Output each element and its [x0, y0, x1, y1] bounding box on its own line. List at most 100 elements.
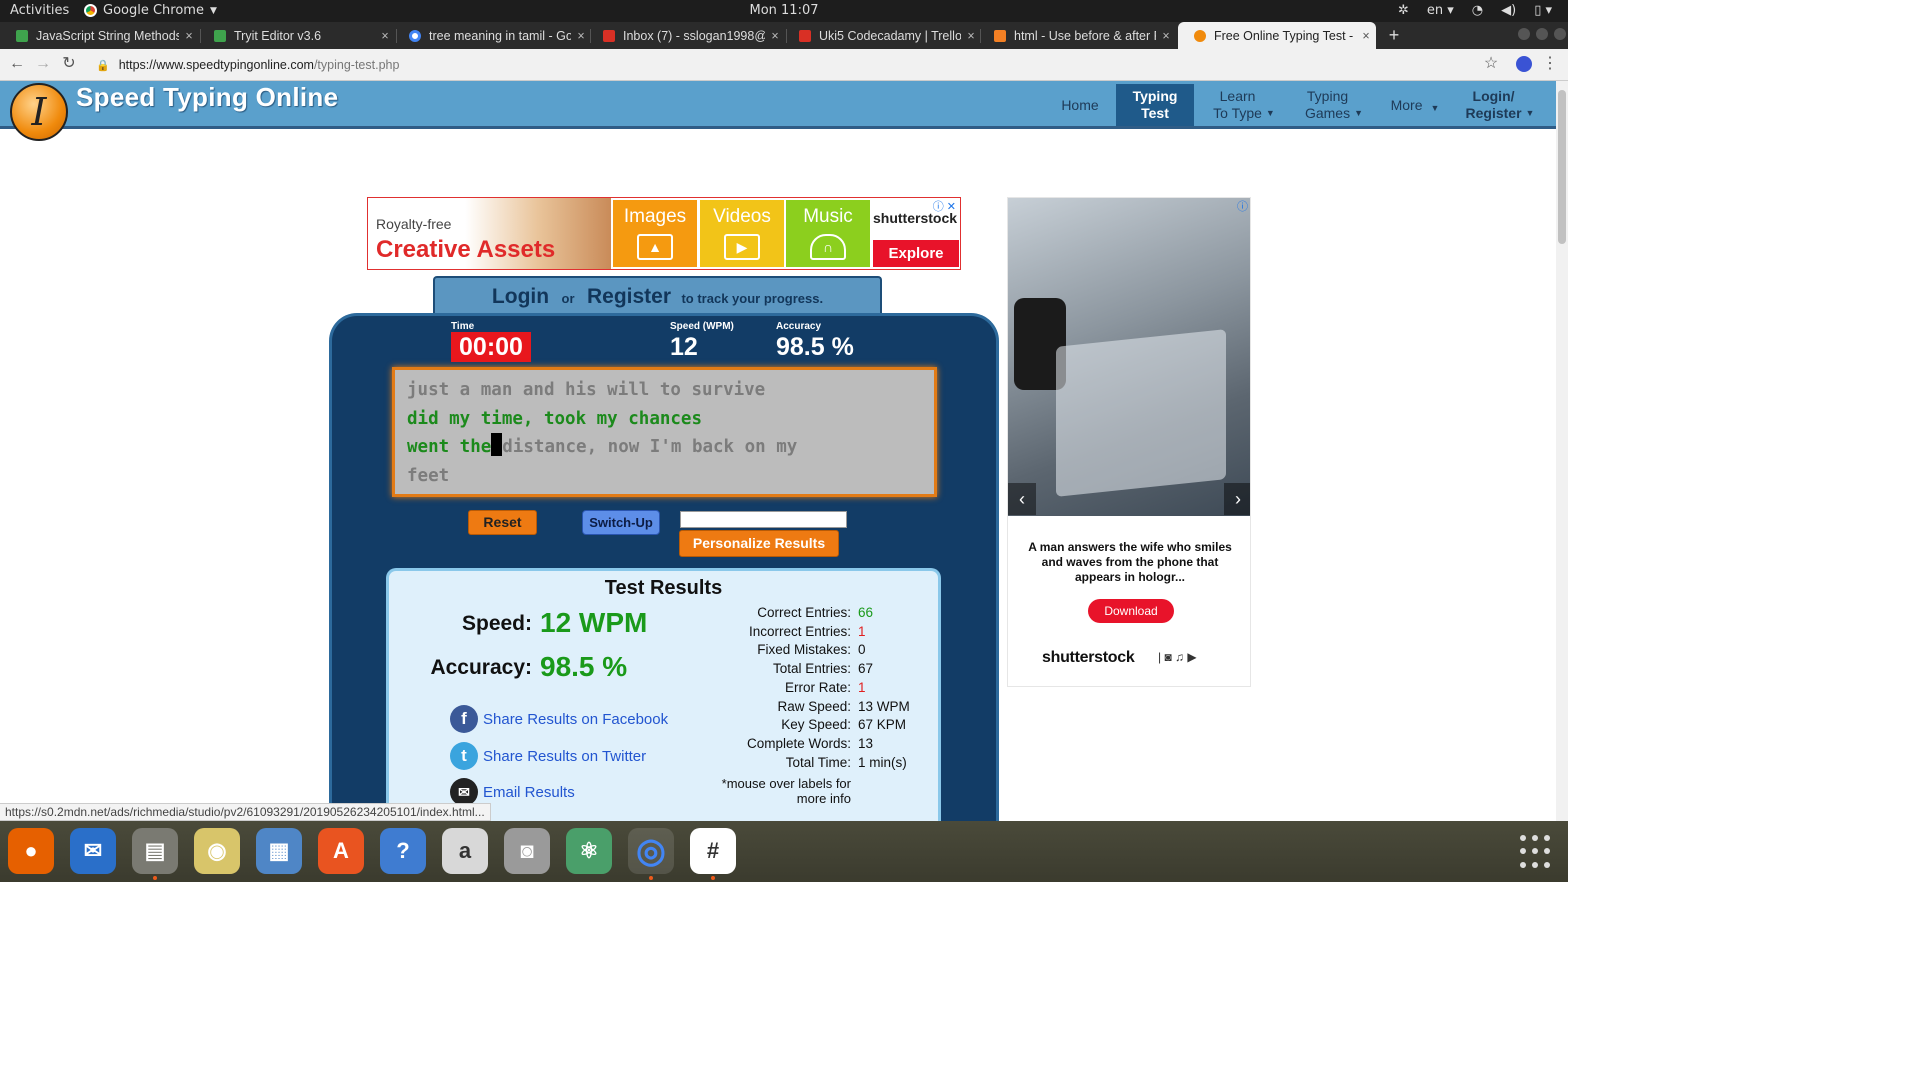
- show-applications-icon[interactable]: [1520, 835, 1554, 869]
- speed-label: Speed (WPM): [670, 321, 734, 332]
- share-twitter-link[interactable]: t Share Results on Twitter: [450, 742, 646, 770]
- result-detail-label[interactable]: Total Time:: [700, 755, 851, 774]
- maximize-icon[interactable]: [1536, 28, 1548, 40]
- share-facebook-link[interactable]: f Share Results on Facebook: [450, 705, 668, 733]
- minimize-icon[interactable]: [1518, 28, 1530, 40]
- nav-typing-test[interactable]: Typing Test: [1116, 84, 1194, 126]
- files-icon[interactable]: ▤: [132, 828, 178, 874]
- back-icon[interactable]: ←: [6, 53, 28, 75]
- amazon-icon[interactable]: a: [442, 828, 488, 874]
- close-icon[interactable]: ×: [1356, 29, 1376, 43]
- carousel-next-icon[interactable]: ›: [1224, 483, 1250, 515]
- chrome-icon[interactable]: ◎: [628, 828, 674, 874]
- close-icon[interactable]: ×: [375, 29, 395, 43]
- url-field[interactable]: 🔒 https://www.speedtypingonline.com/typi…: [96, 55, 399, 75]
- reset-button[interactable]: Reset: [468, 510, 537, 535]
- result-detail-value: 0: [858, 642, 866, 658]
- new-tab-button[interactable]: +: [1384, 22, 1404, 49]
- ad-images-tile[interactable]: Images ▲: [613, 200, 697, 267]
- nav-more[interactable]: More ▼: [1386, 84, 1444, 126]
- top-banner-ad[interactable]: Royalty-free Creative Assets Images ▲ Vid…: [367, 197, 961, 270]
- browser-tab[interactable]: Inbox (7) - sslogan1998@g ×: [587, 22, 785, 49]
- firefox-icon[interactable]: ●: [8, 828, 54, 874]
- typing-text-area[interactable]: just a man and his will to survive did m…: [392, 367, 937, 497]
- side-ad[interactable]: ‹ › A man answers the wife who smiles an…: [1007, 197, 1251, 687]
- result-detail-value: 67: [858, 661, 874, 677]
- switch-up-button[interactable]: Switch-Up: [582, 510, 660, 535]
- clock[interactable]: Mon 11:07: [0, 3, 1568, 18]
- system-tray[interactable]: ✲ en ▾ ◔ ◀) ▯ ▾: [1398, 3, 1552, 18]
- nav-typing-games[interactable]: Typing Games ▼: [1298, 84, 1370, 126]
- nav-login-register[interactable]: Login/ Register ▼: [1460, 84, 1540, 126]
- nav-games-label: Typing Games: [1304, 88, 1351, 121]
- running-indicator: [153, 876, 157, 880]
- tab-title: JavaScript String Methods: [36, 28, 179, 43]
- browser-tab[interactable]: Tryit Editor v3.6 ×: [198, 22, 395, 49]
- chrome-menu-icon[interactable]: ⋮: [1539, 53, 1561, 75]
- result-detail-label[interactable]: Complete Words:: [700, 736, 851, 755]
- close-icon[interactable]: ×: [1156, 29, 1176, 43]
- language-indicator[interactable]: en ▾: [1427, 3, 1454, 18]
- time-label: Time: [451, 321, 475, 332]
- browser-tab[interactable]: html - Use before & after F ×: [978, 22, 1176, 49]
- nav-more-label: More: [1390, 96, 1423, 113]
- forward-icon[interactable]: →: [32, 53, 54, 75]
- browser-tab-active[interactable]: Free Online Typing Test - S ×: [1178, 22, 1376, 49]
- personalize-results-button[interactable]: Personalize Results: [679, 530, 839, 557]
- ad-explore-button[interactable]: Explore: [873, 240, 959, 267]
- site-name[interactable]: Speed Typing Online: [76, 82, 338, 113]
- register-link[interactable]: Register: [587, 285, 671, 308]
- close-icon[interactable]: ×: [765, 29, 785, 43]
- rhythmbox-icon[interactable]: ◉: [194, 828, 240, 874]
- atom-icon[interactable]: ⚛: [566, 828, 612, 874]
- bookmark-star-icon[interactable]: ☆: [1480, 53, 1502, 75]
- carousel-prev-icon[interactable]: ‹: [1008, 483, 1036, 515]
- hologram-laptop-image: [1056, 329, 1226, 497]
- result-detail-label[interactable]: Total Entries:: [700, 661, 851, 680]
- battery-icon: ▯ ▾: [1534, 3, 1552, 18]
- name-input[interactable]: [680, 511, 847, 528]
- nav-home[interactable]: Home: [1050, 84, 1110, 126]
- tab-title: Tryit Editor v3.6: [234, 28, 322, 43]
- image-viewer-icon[interactable]: ▦: [256, 828, 302, 874]
- slack-tray-icon[interactable]: ✲: [1398, 3, 1409, 18]
- result-detail-row: Fixed Mistakes: 0: [700, 642, 960, 661]
- result-detail-label[interactable]: Fixed Mistakes:: [700, 642, 851, 661]
- tab-title: html - Use before & after F: [1014, 28, 1156, 43]
- dropdown-arrow-icon: ▼: [1525, 107, 1535, 118]
- close-window-icon[interactable]: [1554, 28, 1566, 40]
- ad-choices-icon[interactable]: ⓘ ✕: [933, 198, 956, 214]
- help-icon[interactable]: ?: [380, 828, 426, 874]
- tab-favicon-icon: [16, 29, 28, 42]
- result-detail-row: Total Entries: 67: [700, 661, 960, 680]
- extension-icon[interactable]: [1513, 53, 1535, 75]
- thunderbird-icon[interactable]: ✉: [70, 828, 116, 874]
- scrollbar-thumb[interactable]: [1558, 90, 1566, 244]
- software-center-icon[interactable]: A: [318, 828, 364, 874]
- result-detail-label[interactable]: Incorrect Entries:: [700, 624, 851, 643]
- ad-choices-icon[interactable]: ⓘ: [1237, 198, 1248, 214]
- result-detail-label[interactable]: Correct Entries:: [700, 605, 851, 624]
- result-detail-label[interactable]: Key Speed:: [700, 717, 851, 736]
- ad-videos-tile[interactable]: Videos ▶: [700, 200, 784, 267]
- slack-icon[interactable]: #: [690, 828, 736, 874]
- login-link[interactable]: Login: [492, 285, 549, 308]
- ad-music-tile[interactable]: Music ∩: [786, 200, 870, 267]
- window-controls: [1518, 28, 1566, 40]
- browser-tab[interactable]: JavaScript String Methods ×: [0, 22, 199, 49]
- browser-tab[interactable]: tree meaning in tamil - Go ×: [393, 22, 591, 49]
- result-detail-label[interactable]: Error Rate:: [700, 680, 851, 699]
- browser-tab[interactable]: Uki5 Codecadamy | Trello ×: [783, 22, 981, 49]
- nav-learn-to-type[interactable]: Learn To Type ▼: [1204, 84, 1284, 126]
- camera-icon[interactable]: ◙: [504, 828, 550, 874]
- ad-download-button[interactable]: Download: [1088, 599, 1174, 623]
- site-logo-icon[interactable]: I: [10, 83, 68, 141]
- tab-favicon-icon: [1194, 29, 1206, 42]
- reload-icon[interactable]: ↻: [58, 53, 80, 75]
- nav-learn-label: Learn To Type: [1213, 88, 1262, 121]
- result-detail-label[interactable]: Raw Speed:: [700, 699, 851, 718]
- email-results-link[interactable]: ✉ Email Results: [450, 778, 575, 806]
- result-speed-label: Speed:: [461, 612, 532, 635]
- email-icon: ✉: [450, 778, 478, 806]
- close-icon[interactable]: ×: [179, 29, 199, 43]
